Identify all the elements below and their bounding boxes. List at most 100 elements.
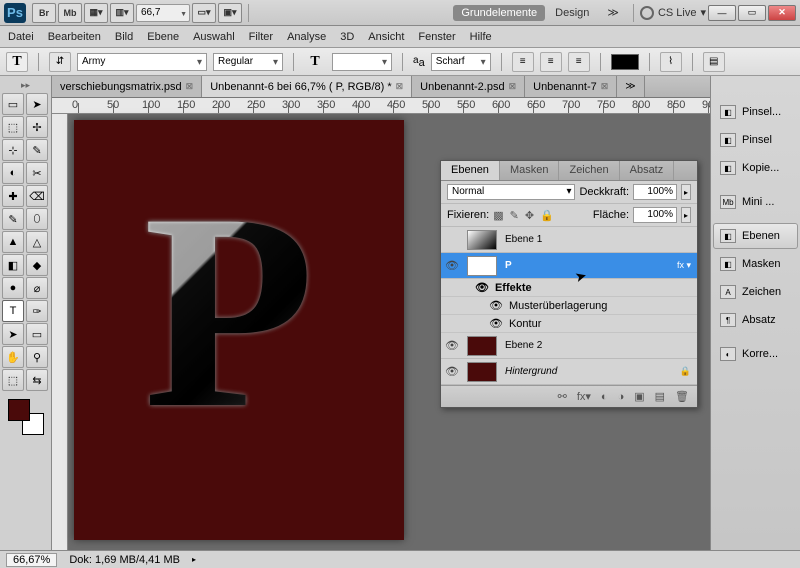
fx-item[interactable]: 👁 Kontur	[441, 315, 697, 333]
tool-15[interactable]: ◆	[26, 254, 48, 276]
tool-5[interactable]: ✎	[26, 139, 48, 161]
tool-1[interactable]: ➤	[26, 93, 48, 115]
align-center[interactable]: ≡	[540, 52, 562, 72]
new-layer-icon[interactable]: ▤	[655, 390, 665, 403]
lp-tab-masken[interactable]: Masken	[500, 161, 560, 180]
mask-icon[interactable]: ◐	[601, 391, 608, 403]
lp-tab-ebenen[interactable]: Ebenen	[441, 161, 500, 180]
close-tab-icon[interactable]: ⊠	[601, 81, 609, 92]
layer-thumb[interactable]: T	[467, 256, 497, 276]
minibridge-button[interactable]: Mb	[58, 3, 82, 23]
tool-24[interactable]: ⬚	[2, 369, 24, 391]
color-swatches[interactable]	[8, 399, 44, 435]
screenmode-button[interactable]: ▣▾	[218, 3, 242, 23]
panel-mini[interactable]: MbMini ...	[713, 189, 798, 215]
tool-12[interactable]: ▲	[2, 231, 24, 253]
tool-19[interactable]: ✑	[26, 300, 48, 322]
panel-zeichen[interactable]: AZeichen	[713, 279, 798, 305]
layer-row[interactable]: 👁TPfx ▾	[441, 253, 697, 279]
lp-tab-absatz[interactable]: Absatz	[620, 161, 675, 180]
menu-ebene[interactable]: Ebene	[147, 31, 179, 43]
panel-kopie[interactable]: ◧Kopie...	[713, 155, 798, 181]
close-tab-icon[interactable]: ⊠	[186, 81, 194, 92]
tool-13[interactable]: △	[26, 231, 48, 253]
doc-tab[interactable]: Unbenannt-7⊠	[525, 76, 617, 97]
doc-tab[interactable]: Unbenannt-6 bei 66,7% ( P, RGB/8) *⊠	[202, 76, 412, 97]
lock-transparent-icon[interactable]: ▩	[493, 209, 503, 222]
lock-all-icon[interactable]: 🔒	[540, 209, 554, 222]
trash-icon[interactable]: 🗑	[675, 390, 689, 403]
tool-7[interactable]: ✂	[26, 162, 48, 184]
char-panel-button[interactable]: ▤	[703, 52, 725, 72]
tool-23[interactable]: ⚲	[26, 346, 48, 368]
tool-16[interactable]: ●	[2, 277, 24, 299]
tool-25[interactable]: ⇆	[26, 369, 48, 391]
tool-preset-icon[interactable]: T	[6, 52, 28, 72]
panel-absatz[interactable]: ¶Absatz	[713, 307, 798, 333]
lock-paint-icon[interactable]: ✎	[510, 209, 519, 222]
tool-6[interactable]: ◐	[2, 162, 24, 184]
tool-3[interactable]: ✢	[26, 116, 48, 138]
doc-tab[interactable]: Unbenannt-2.psd⊠	[412, 76, 525, 97]
group-icon[interactable]: ▣	[634, 390, 644, 403]
visibility-icon[interactable]: 👁	[441, 339, 463, 352]
tool-11[interactable]: ⬯	[26, 208, 48, 230]
orientation-button[interactable]: ⇵	[49, 52, 71, 72]
layer-row[interactable]: Ebene 1	[441, 227, 697, 253]
tool-20[interactable]: ➤	[2, 323, 24, 345]
tool-17[interactable]: ⌀	[26, 277, 48, 299]
tool-22[interactable]: ✋	[2, 346, 24, 368]
panel-pinsel[interactable]: ◧Pinsel...	[713, 99, 798, 125]
close-tab-icon[interactable]: ⊠	[509, 81, 517, 92]
tool-8[interactable]: ✚	[2, 185, 24, 207]
font-weight-dropdown[interactable]: Regular	[213, 53, 283, 71]
window-close[interactable]: ✕	[768, 5, 796, 21]
menu-hilfe[interactable]: Hilfe	[470, 31, 492, 43]
arrange-button[interactable]: ▭▾	[192, 3, 216, 23]
layer-thumb[interactable]	[467, 230, 497, 250]
close-tab-icon[interactable]: ⊠	[396, 81, 404, 92]
opacity-input[interactable]: 100%	[633, 184, 677, 200]
fx-header[interactable]: 👁 Effekte	[441, 279, 697, 297]
fx-icon[interactable]: fx▾	[577, 390, 591, 403]
layer-row[interactable]: 👁Hintergrund🔒	[441, 359, 697, 385]
viewmode-button[interactable]: ▦▾	[84, 3, 108, 23]
menu-bearbeiten[interactable]: Bearbeiten	[48, 31, 101, 43]
tool-10[interactable]: ✎	[2, 208, 24, 230]
panel-masken[interactable]: ◧Masken	[713, 251, 798, 277]
opacity-stepper[interactable]: ▸	[681, 184, 691, 200]
fill-input[interactable]: 100%	[633, 207, 677, 223]
lock-position-icon[interactable]: ✥	[525, 209, 534, 222]
tool-0[interactable]: ▭	[2, 93, 24, 115]
text-color-swatch[interactable]	[611, 54, 639, 70]
layer-thumb[interactable]	[467, 336, 497, 356]
fx-badge[interactable]: fx ▾	[671, 260, 697, 271]
panel-ebenen[interactable]: ◧Ebenen	[713, 223, 798, 249]
menu-datei[interactable]: Datei	[8, 31, 34, 43]
menu-ansicht[interactable]: Ansicht	[368, 31, 404, 43]
link-layers-icon[interactable]: ⚯	[558, 390, 567, 403]
visibility-icon[interactable]: 👁	[441, 365, 463, 378]
tabs-overflow[interactable]: ≫	[617, 76, 644, 97]
text-layer-P[interactable]: P	[143, 149, 314, 472]
panel-pinsel[interactable]: ◧Pinsel	[713, 127, 798, 153]
tool-2[interactable]: ⬚	[2, 116, 24, 138]
foreground-color[interactable]	[8, 399, 30, 421]
visibility-icon[interactable]: 👁	[441, 259, 463, 272]
artboard[interactable]: P	[74, 120, 404, 540]
cslive-button[interactable]: CS Live ▾	[640, 6, 706, 20]
eye-icon[interactable]: 👁	[475, 281, 489, 294]
layer-thumb[interactable]	[467, 362, 497, 382]
tool-9[interactable]: ⌫	[26, 185, 48, 207]
tool-4[interactable]: ⊹	[2, 139, 24, 161]
workspace-more[interactable]: ≫	[599, 4, 627, 21]
bridge-button[interactable]: Br	[32, 3, 56, 23]
status-zoom[interactable]: 66,67%	[6, 553, 57, 567]
tool-18[interactable]: T	[2, 300, 24, 322]
blend-mode-dropdown[interactable]: Normal	[447, 184, 575, 200]
eye-icon[interactable]: 👁	[489, 299, 503, 312]
lp-tab-zeichen[interactable]: Zeichen	[559, 161, 619, 180]
menu-analyse[interactable]: Analyse	[287, 31, 326, 43]
warp-text-button[interactable]: ⌇	[660, 52, 682, 72]
adjustment-icon[interactable]: ◑	[618, 391, 625, 403]
